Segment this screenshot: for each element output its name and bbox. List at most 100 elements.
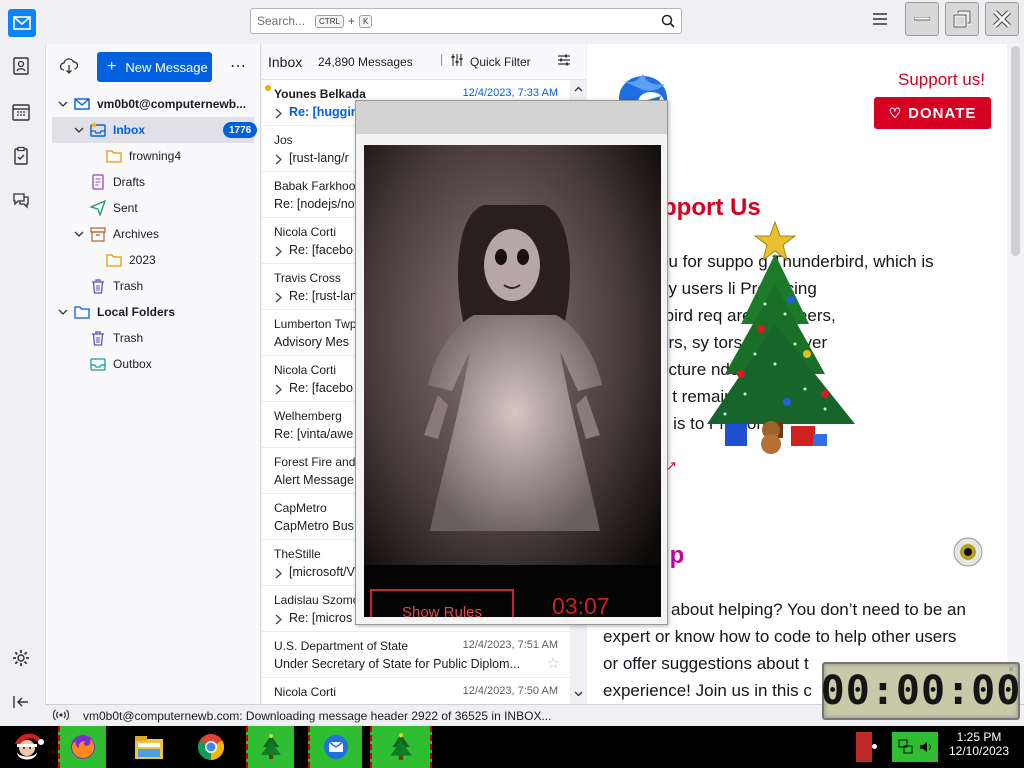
outbox-icon — [90, 358, 106, 371]
message-sender: Lumberton Twp — [274, 317, 357, 331]
message-date: 12/4/2023, 7:51 AM — [462, 639, 558, 651]
account-mail-icon — [74, 98, 90, 110]
taskbar-file-explorer[interactable] — [125, 726, 173, 768]
eye-gadget-icon — [952, 536, 984, 568]
title-bar: Search... CTRL + K — [0, 0, 1024, 44]
archive-icon — [90, 227, 106, 242]
folder-outbox[interactable]: Outbox — [46, 351, 260, 377]
folder-2023[interactable]: 2023 — [46, 247, 260, 273]
folder-inbox[interactable]: Inbox 1776 — [52, 117, 258, 143]
chevron-down-icon — [74, 127, 84, 133]
folder-archives[interactable]: Archives — [46, 221, 260, 247]
folder-account[interactable]: vm0b0t@computernewb... — [46, 91, 260, 117]
folder-label: Trash — [113, 331, 144, 345]
folder-frowning4[interactable]: frowning4 — [46, 143, 260, 169]
clock-time: 1:25 PM — [956, 730, 1002, 744]
collapse-spaces-icon[interactable] — [11, 692, 33, 714]
get-messages-icon[interactable] — [60, 58, 78, 74]
folder-label: frowning4 — [129, 149, 182, 163]
folder-sent[interactable]: Sent — [46, 195, 260, 221]
account-label: vm0b0t@computernewb... — [97, 97, 247, 111]
divider: | — [440, 52, 444, 66]
chevron-right-icon[interactable] — [274, 614, 283, 625]
trash-icon — [92, 279, 104, 294]
desktop-timer-gadget[interactable]: 00:00:00 ✕ — [820, 662, 1022, 720]
taskbar: 1:25 PM 12/10/2023 — [0, 726, 1024, 768]
restore-button[interactable] — [945, 2, 979, 36]
volume-icon[interactable] — [918, 739, 934, 755]
taskbar-chrome[interactable] — [187, 726, 235, 768]
calendar-icon[interactable] — [11, 102, 33, 124]
inbox-icon — [90, 122, 106, 137]
message-row[interactable]: U.S. Department of State 12/4/2023, 7:51 … — [262, 632, 572, 678]
show-rules-button[interactable]: Show Rules — [370, 589, 514, 617]
chevron-down-icon — [74, 231, 84, 237]
taskbar-clock[interactable]: 1:25 PM 12/10/2023 — [940, 730, 1018, 758]
drafts-icon — [92, 174, 104, 190]
message-sender: Babak Farkhoop — [274, 179, 363, 193]
display-options-icon[interactable] — [557, 53, 571, 67]
show-rules-label: Show Rules — [401, 604, 483, 617]
folder-drafts[interactable]: Drafts — [46, 169, 260, 195]
folder-label: Outbox — [113, 357, 152, 371]
taskbar-thunderbird[interactable] — [308, 726, 362, 768]
message-sender: Younes Belkada — [274, 87, 366, 101]
search-icon[interactable] — [661, 14, 675, 28]
video-popup-window[interactable]: Show Rules 03:07 — [355, 100, 668, 625]
tasks-icon[interactable] — [11, 146, 33, 168]
network-icon[interactable] — [898, 739, 914, 755]
address-book-icon[interactable] — [11, 56, 33, 78]
unread-count-badge: 1776 — [223, 122, 258, 138]
chevron-right-icon[interactable] — [274, 384, 283, 395]
folder-trash[interactable]: Trash — [46, 273, 260, 299]
app-menu-icon[interactable] — [872, 12, 892, 30]
folder-label: Local Folders — [97, 305, 176, 319]
chevron-right-icon[interactable] — [274, 246, 283, 257]
paragraph-line: about helping? You don’t need to be an — [671, 600, 966, 619]
settings-gear-icon[interactable] — [11, 648, 33, 670]
start-button-santa-icon[interactable] — [4, 726, 50, 768]
more-options-icon[interactable]: ⋯ — [230, 56, 246, 76]
firefox-icon — [71, 735, 95, 759]
mail-space-icon[interactable] — [8, 9, 36, 37]
status-text: vm0b0t@computernewb.com: Downloading mes… — [83, 708, 552, 723]
folder-pane: + New Message ⋯ vm0b0t@computernewb... I… — [45, 44, 261, 704]
christmas-tree-icon — [261, 734, 281, 759]
folder-local-folders[interactable]: Local Folders — [46, 299, 260, 325]
message-date: 12/4/2023, 7:33 AM — [462, 87, 558, 99]
taskbar-christmas-tree-app-2[interactable] — [370, 726, 432, 768]
chevron-right-icon[interactable] — [274, 154, 283, 165]
quick-filter-button[interactable]: Quick Filter — [470, 55, 531, 69]
folder-local-trash[interactable]: Trash — [46, 325, 260, 351]
popup-title-bar[interactable] — [356, 101, 667, 134]
haunted-doll-image: Show Rules 03:07 — [364, 145, 661, 617]
minimize-button[interactable] — [905, 2, 939, 36]
quick-filter-icon[interactable] — [450, 53, 464, 67]
sent-icon — [90, 200, 106, 216]
folder-title: Inbox — [268, 54, 303, 70]
star-icon[interactable]: ☆ — [547, 654, 560, 672]
taskbar-firefox[interactable] — [58, 726, 106, 768]
donate-button[interactable]: ♡ DONATE — [874, 97, 991, 129]
chevron-right-icon[interactable] — [274, 108, 283, 119]
support-us-link[interactable]: Support us! — [898, 70, 985, 90]
close-button[interactable] — [985, 2, 1019, 36]
folder-label: 2023 — [129, 253, 156, 267]
tray-icons[interactable] — [892, 732, 938, 762]
taskbar-christmas-tree-app[interactable] — [246, 726, 294, 768]
desktop-timer-display: 00:00:00 — [820, 668, 1022, 714]
thunderbird-icon — [324, 735, 348, 759]
message-sender: CapMetro — [274, 501, 327, 515]
gadget-close-icon[interactable]: ✕ — [1008, 664, 1015, 675]
message-sender: Nicola Corti — [274, 225, 337, 239]
shortcut-plus: + — [347, 14, 355, 28]
chevron-right-icon[interactable] — [274, 292, 283, 303]
chevron-right-icon[interactable] — [274, 568, 283, 579]
trash-icon — [92, 331, 104, 346]
new-message-button[interactable]: + New Message — [97, 52, 212, 82]
unread-dot-icon — [265, 85, 271, 91]
chat-icon[interactable] — [11, 190, 33, 212]
content-scrollbar[interactable] — [1007, 44, 1024, 704]
search-input[interactable]: Search... CTRL + K — [250, 8, 682, 34]
message-row[interactable]: Nicola Corti 12/4/2023, 7:50 AM — [262, 678, 572, 704]
